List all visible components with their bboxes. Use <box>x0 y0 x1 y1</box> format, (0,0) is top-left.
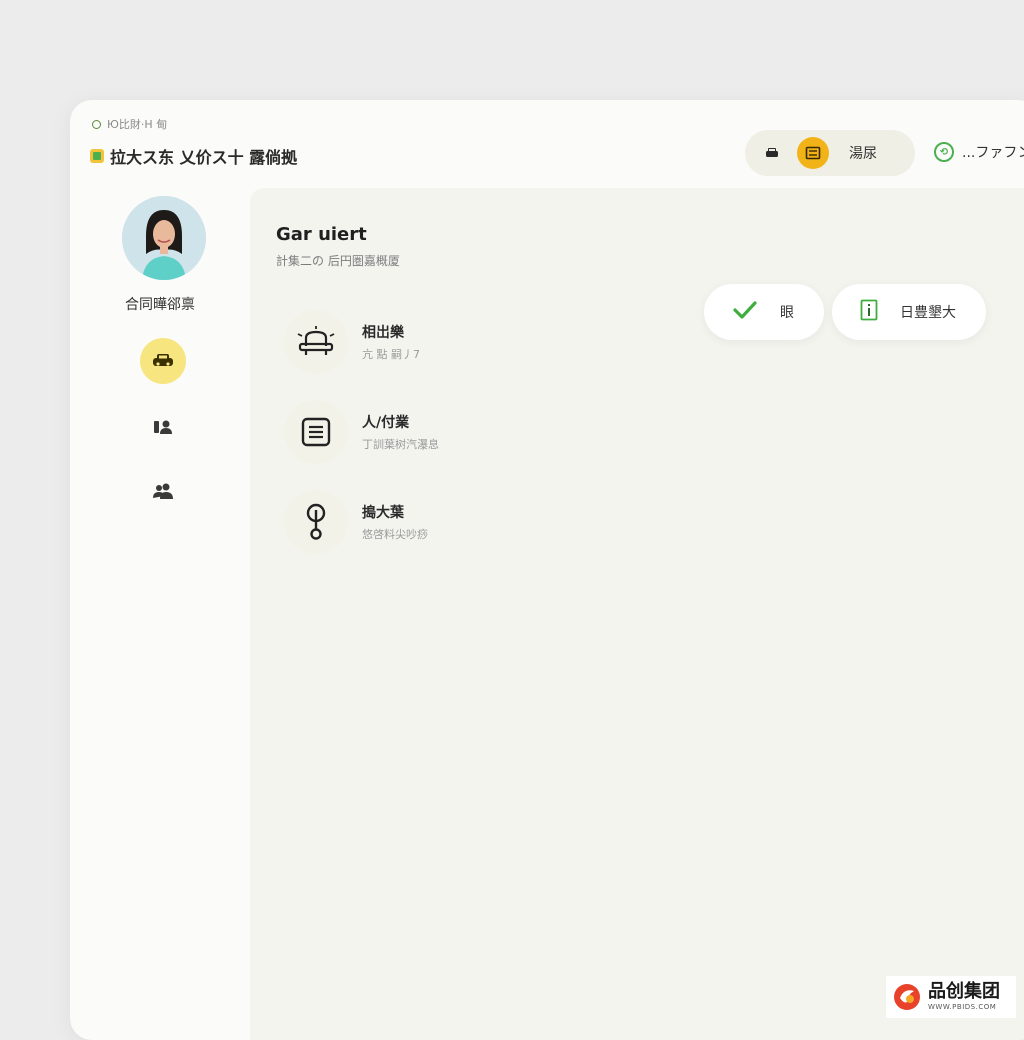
watermark-url: WWW.PBIDS.COM <box>928 1003 997 1011</box>
list-item-desc: 悠啓料尖吵痧 <box>362 528 428 541</box>
sidebar: 合同曄郤禀 <box>70 188 250 1040</box>
header-pill-group[interactable]: 湯尿 <box>745 130 915 176</box>
check-icon <box>732 300 758 324</box>
watermark: 品创集团 WWW.PBIDS.COM <box>886 976 1016 1018</box>
status-text: ...ファフン <box>962 145 1024 161</box>
main-panel: Gar uiert 計集二の 后円圏嘉概厦 眼 日豊墾大 相岀樂 亢 點 嗣丿7… <box>250 188 1024 1040</box>
list-item-desc: 丁訓葉树汽瀑息 <box>362 438 439 451</box>
breadcrumb-text: Ю比財·H 甸 <box>107 118 168 131</box>
feature-list: 相岀樂 亢 點 嗣丿7 人/付業 丁訓葉树汽瀑息 搗大葉 悠啓料尖吵痧 <box>284 310 584 580</box>
page-subtitle: 計集二の 后円圏嘉概厦 <box>276 254 400 268</box>
list-item-desc: 亢 點 嗣丿7 <box>362 348 420 361</box>
watermark-logo-icon <box>894 984 920 1010</box>
app-title: 拉大ス东 乂价ス十 露倘拠 <box>90 144 297 168</box>
sidebar-item-team[interactable] <box>140 468 186 514</box>
sidebar-item-profile[interactable] <box>140 404 186 450</box>
list-item-title: 相岀樂 <box>362 325 404 341</box>
breadcrumb-dot-icon <box>92 119 101 129</box>
pin-icon <box>284 490 348 554</box>
action-buttons: 眼 日豊墾大 <box>704 284 986 340</box>
confirm-button[interactable]: 眼 <box>704 284 824 340</box>
sync-status-icon: ⟲ <box>934 142 954 162</box>
info-button-label: 日豊墾大 <box>900 305 956 321</box>
balance-label[interactable]: 湯尿 <box>849 143 877 163</box>
document-list-icon <box>284 400 348 464</box>
breadcrumb: Ю比財·H 甸 <box>92 116 167 132</box>
list-item[interactable]: 相岀樂 亢 點 嗣丿7 <box>284 310 584 400</box>
status-link[interactable]: ⟲ ...ファフン <box>934 142 1024 162</box>
car-small-icon[interactable] <box>763 144 781 162</box>
user-name: 合同曄郤禀 <box>125 297 195 313</box>
vehicle-alert-icon <box>284 310 348 374</box>
list-item-title: 搗大葉 <box>362 505 404 521</box>
confirm-button-label: 眼 <box>780 305 794 321</box>
page-title: Gar uiert <box>276 224 367 245</box>
list-item-title: 人/付業 <box>362 415 410 431</box>
car-icon <box>153 354 173 366</box>
watermark-name: 品创集团 <box>928 981 1000 1002</box>
info-icon <box>860 299 878 325</box>
list-item[interactable]: 搗大葉 悠啓料尖吵痧 <box>284 490 584 580</box>
avatar[interactable] <box>122 196 206 280</box>
users-icon <box>153 483 173 499</box>
app-window: Ю比財·H 甸 拉大ス东 乂价ス十 露倘拠 湯尿 ⟲ ...ファフン <box>70 100 1024 1040</box>
list-item[interactable]: 人/付業 丁訓葉树汽瀑息 <box>284 400 584 490</box>
app-title-text: 拉大ス东 乂价ス十 露倘拠 <box>110 148 298 167</box>
person-id-icon <box>154 420 172 434</box>
info-button[interactable]: 日豊墾大 <box>832 284 986 340</box>
coin-icon[interactable] <box>797 137 829 169</box>
sidebar-item-vehicles[interactable] <box>140 338 186 384</box>
app-logo-icon <box>90 149 104 163</box>
